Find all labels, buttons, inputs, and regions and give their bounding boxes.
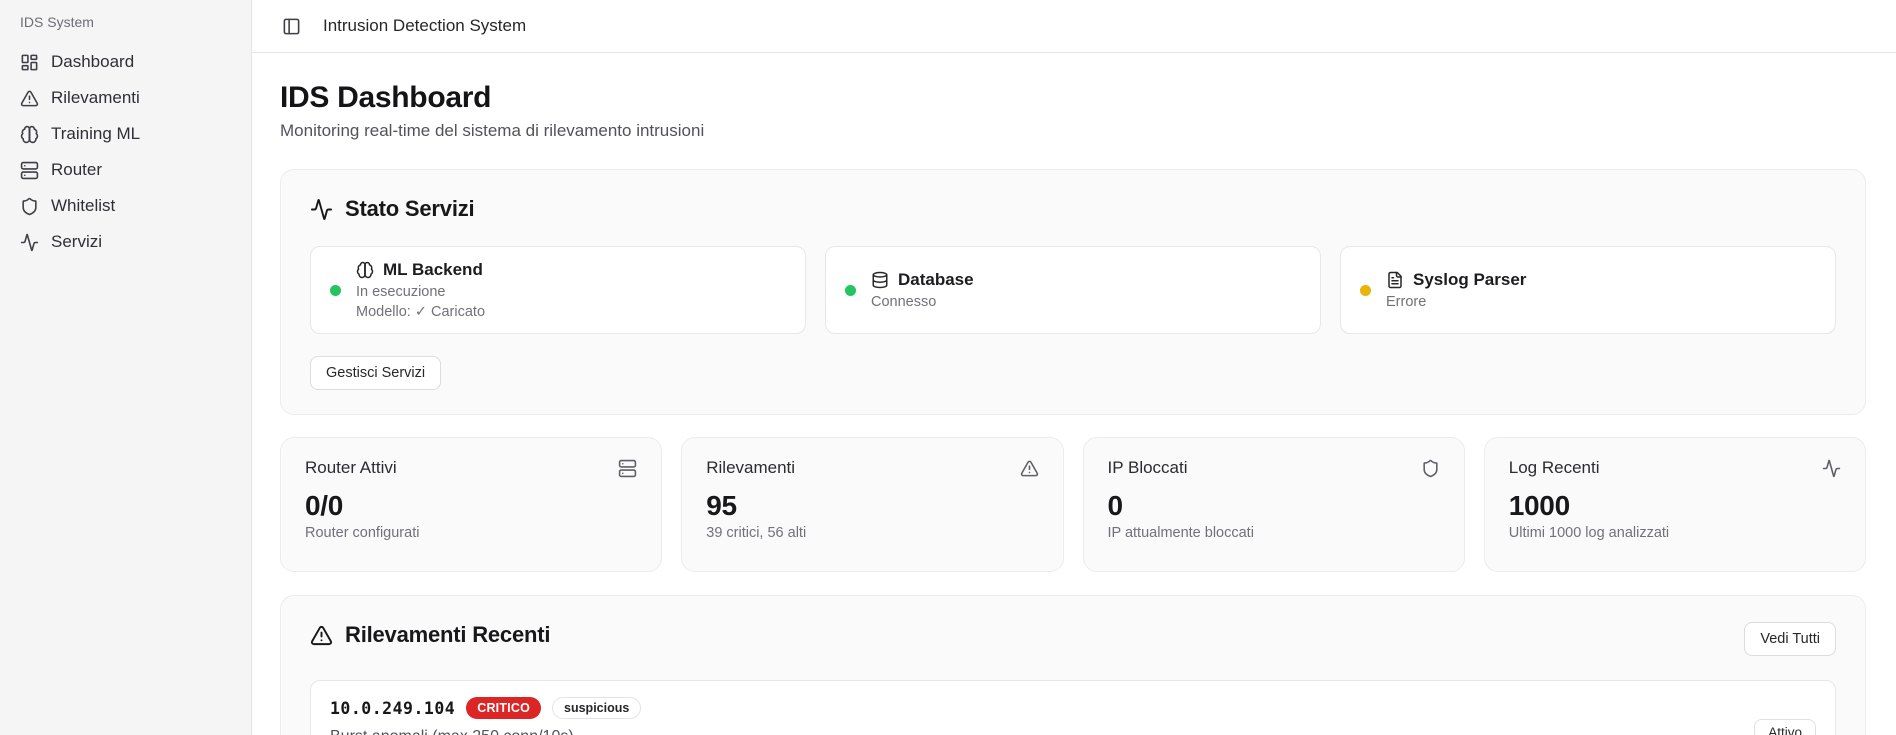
stat-subtitle: Ultimi 1000 log analizzati — [1509, 525, 1841, 541]
brain-icon — [20, 125, 39, 144]
topbar: Intrusion Detection System — [252, 0, 1896, 53]
detections-title-group: Rilevamenti Recenti — [310, 622, 550, 648]
detections-card-header: Rilevamenti Recenti Vedi Tutti — [310, 622, 1836, 656]
sidebar-item-label: Training ML — [51, 124, 140, 144]
activity-icon — [20, 233, 39, 252]
service-status: Connesso — [871, 294, 974, 310]
sidebar: IDS System Dashboard Rilevamenti Trainin… — [0, 0, 252, 735]
page-subtitle: Monitoring real-time del sistema di rile… — [280, 121, 1866, 141]
sidebar-item-training-ml[interactable]: Training ML — [12, 116, 239, 152]
status-dot — [845, 285, 856, 296]
page-title: IDS Dashboard — [280, 81, 1866, 115]
database-icon — [871, 271, 889, 289]
app-root: IDS System Dashboard Rilevamenti Trainin… — [0, 0, 1896, 735]
service-ml-backend: ML Backend In esecuzione Modello: ✓ Cari… — [310, 246, 806, 334]
sidebar-item-label: Dashboard — [51, 52, 134, 72]
detection-row-line1: 10.0.249.104 CRITICO suspicious — [330, 697, 1754, 719]
stat-subtitle: 39 critici, 56 alti — [706, 525, 1038, 541]
stat-card-recent-logs: Log Recenti 1000 Ultimi 1000 log analizz… — [1484, 437, 1866, 572]
service-syslog-parser: Syslog Parser Errore — [1340, 246, 1836, 334]
sidebar-item-whitelist[interactable]: Whitelist — [12, 188, 239, 224]
stat-value: 0/0 — [305, 490, 637, 522]
sidebar-item-label: Router — [51, 160, 102, 180]
stat-card-blocked-ips: IP Bloccati 0 IP attualmente bloccati — [1083, 437, 1465, 572]
sidebar-item-servizi[interactable]: Servizi — [12, 224, 239, 260]
activity-icon — [310, 198, 333, 221]
sidebar-item-rilevamenti[interactable]: Rilevamenti — [12, 80, 239, 116]
stat-card-header: Log Recenti — [1509, 458, 1841, 478]
layout-dashboard-icon — [20, 53, 39, 72]
page-content: IDS Dashboard Monitoring real-time del s… — [252, 53, 1896, 735]
recent-detections-card: Rilevamenti Recenti Vedi Tutti 10.0.249.… — [280, 595, 1866, 735]
brain-icon — [356, 261, 374, 279]
stat-card-router: Router Attivi 0/0 Router configurati — [280, 437, 662, 572]
sidebar-item-router[interactable]: Router — [12, 152, 239, 188]
alert-triangle-icon — [310, 624, 333, 647]
sidebar-item-label: Servizi — [51, 232, 102, 252]
view-all-button[interactable]: Vedi Tutti — [1744, 622, 1836, 656]
sidebar-app-name: IDS System — [12, 14, 239, 44]
sidebar-item-label: Rilevamenti — [51, 88, 140, 108]
stat-value: 0 — [1108, 490, 1440, 522]
severity-badge: CRITICO — [466, 697, 541, 719]
stats-row: Router Attivi 0/0 Router configurati Ril… — [280, 437, 1866, 572]
service-name: ML Backend — [383, 260, 483, 280]
detections-card-title: Rilevamenti Recenti — [345, 622, 550, 648]
stat-subtitle: IP attualmente bloccati — [1108, 525, 1440, 541]
service-info: ML Backend In esecuzione Modello: ✓ Cari… — [356, 260, 485, 320]
services-status-card: Stato Servizi ML Backend In esecuzione M… — [280, 169, 1866, 415]
detection-row-main: 10.0.249.104 CRITICO suspicious Burst an… — [330, 697, 1754, 735]
router-icon — [618, 459, 637, 478]
sidebar-item-dashboard[interactable]: Dashboard — [12, 44, 239, 80]
status-dot — [330, 285, 341, 296]
manage-services-button[interactable]: Gestisci Servizi — [310, 356, 441, 390]
service-status: In esecuzione — [356, 284, 485, 300]
stat-title: Log Recenti — [1509, 458, 1600, 478]
file-text-icon — [1386, 271, 1404, 289]
stat-card-header: Rilevamenti — [706, 458, 1038, 478]
services-card-header: Stato Servizi — [310, 196, 1836, 222]
stat-subtitle: Router configurati — [305, 525, 637, 541]
service-name: Syslog Parser — [1413, 270, 1526, 290]
services-card-title: Stato Servizi — [345, 196, 474, 222]
topbar-title: Intrusion Detection System — [323, 16, 526, 36]
activity-icon — [1822, 459, 1841, 478]
service-info: Database Connesso — [871, 270, 974, 310]
detection-type-badge: suspicious — [552, 697, 641, 719]
alert-triangle-icon — [20, 89, 39, 108]
service-info: Syslog Parser Errore — [1386, 270, 1526, 310]
status-dot — [1360, 285, 1371, 296]
stat-card-detections: Rilevamenti 95 39 critici, 56 alti — [681, 437, 1063, 572]
stat-value: 1000 — [1509, 490, 1841, 522]
detection-state-badge: Attivo — [1754, 719, 1816, 735]
service-name: Database — [898, 270, 974, 290]
service-name-row: Database — [871, 270, 974, 290]
stat-title: Router Attivi — [305, 458, 397, 478]
detection-description: Burst anomali (max 250 conn/10s) — [330, 728, 1754, 735]
sidebar-item-label: Whitelist — [51, 196, 115, 216]
stat-card-header: IP Bloccati — [1108, 458, 1440, 478]
service-name-row: Syslog Parser — [1386, 270, 1526, 290]
alert-triangle-icon — [1020, 459, 1039, 478]
detection-ip: 10.0.249.104 — [330, 699, 455, 718]
service-database: Database Connesso — [825, 246, 1321, 334]
shield-icon — [20, 197, 39, 216]
services-grid: ML Backend In esecuzione Modello: ✓ Cari… — [310, 246, 1836, 334]
service-status: Errore — [1386, 294, 1526, 310]
service-detail: Modello: ✓ Caricato — [356, 304, 485, 320]
router-icon — [20, 161, 39, 180]
stat-card-header: Router Attivi — [305, 458, 637, 478]
main-area: Intrusion Detection System IDS Dashboard… — [252, 0, 1896, 735]
service-name-row: ML Backend — [356, 260, 485, 280]
stat-value: 95 — [706, 490, 1038, 522]
stat-title: Rilevamenti — [706, 458, 795, 478]
detection-row: 10.0.249.104 CRITICO suspicious Burst an… — [310, 680, 1836, 735]
stat-title: IP Bloccati — [1108, 458, 1188, 478]
sidebar-toggle-icon[interactable] — [282, 17, 301, 36]
shield-icon — [1421, 459, 1440, 478]
